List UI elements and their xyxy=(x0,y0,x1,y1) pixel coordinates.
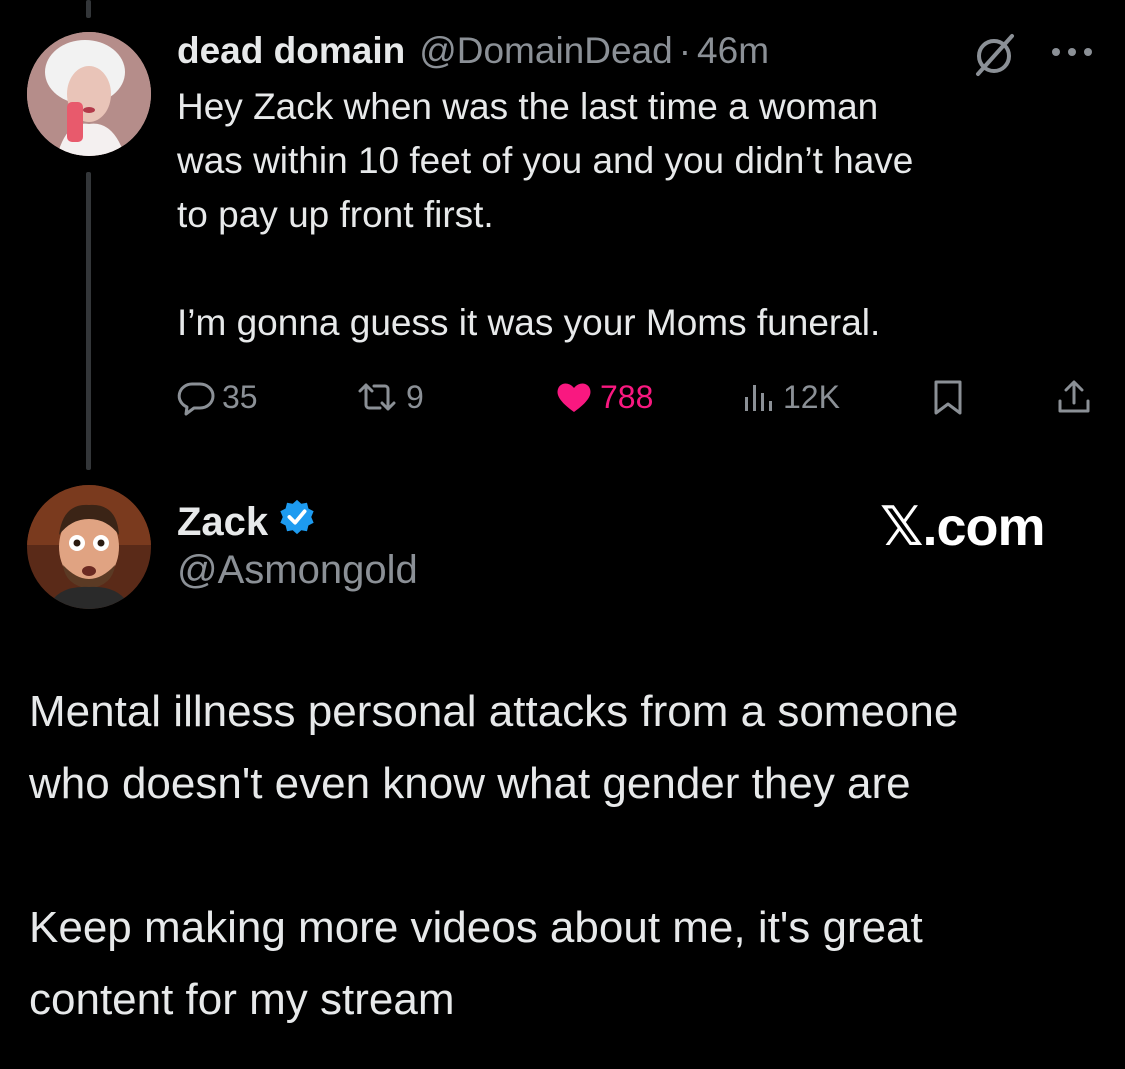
separator: · xyxy=(678,30,692,71)
like-button[interactable]: 788 xyxy=(554,372,653,422)
bookmark-button[interactable] xyxy=(930,372,966,422)
repost-button[interactable]: 9 xyxy=(354,372,424,422)
reply-button[interactable]: 35 xyxy=(176,372,258,422)
tweet-text-line: content for my stream xyxy=(29,975,455,1024)
grok-icon[interactable] xyxy=(970,30,1020,80)
avatar-dead-domain[interactable] xyxy=(27,32,151,156)
x-logo-mark: 𝕏.com xyxy=(880,497,1046,557)
tweet-text-line: I’m gonna guess it was your Moms funeral… xyxy=(177,302,881,343)
avatar-zack[interactable] xyxy=(27,485,151,609)
share-button[interactable] xyxy=(1054,372,1094,422)
tweet-actions: 35 9 788 12K xyxy=(0,372,1125,422)
author-name[interactable]: Zack xyxy=(177,496,316,548)
share-icon xyxy=(1054,377,1094,417)
reply-icon xyxy=(176,377,216,417)
response-tweet-text: Mental illness personal attacks from a s… xyxy=(29,676,1109,1036)
thread-line-top xyxy=(86,0,91,18)
tweet-text-line: Hey Zack when was the last time a woman xyxy=(177,86,879,127)
views-count: 12K xyxy=(783,378,840,415)
thread-line xyxy=(86,172,91,470)
more-icon[interactable] xyxy=(1050,44,1094,60)
display-name[interactable]: Zack xyxy=(177,500,268,545)
tweet-text-line: to pay up front first. xyxy=(177,194,494,235)
repost-icon xyxy=(354,377,400,417)
like-count: 788 xyxy=(600,378,654,415)
user-handle[interactable]: @DomainDead xyxy=(419,30,673,72)
repost-count: 9 xyxy=(406,378,424,415)
tweet-text-line: Keep making more videos about me, it's g… xyxy=(29,903,923,952)
display-name[interactable]: dead domain xyxy=(177,30,405,72)
reply-tweet-text: Hey Zack when was the last time a woman … xyxy=(177,80,1097,350)
views-icon xyxy=(741,377,777,417)
user-handle[interactable]: @Asmongold xyxy=(177,548,418,593)
heart-icon xyxy=(554,377,594,417)
tweet-text-line: Mental illness personal attacks from a s… xyxy=(29,687,959,736)
verified-badge-icon xyxy=(268,498,316,546)
timestamp[interactable]: 46m xyxy=(697,30,769,72)
bookmark-icon xyxy=(930,377,966,417)
reply-tweet-header: dead domain @DomainDead · 46m xyxy=(177,26,769,76)
tweet-text-line: who doesn't even know what gender they a… xyxy=(29,759,911,808)
reply-count: 35 xyxy=(222,378,258,415)
views-button[interactable]: 12K xyxy=(741,372,840,422)
tweet-text-line: was within 10 feet of you and you didn’t… xyxy=(177,140,914,181)
